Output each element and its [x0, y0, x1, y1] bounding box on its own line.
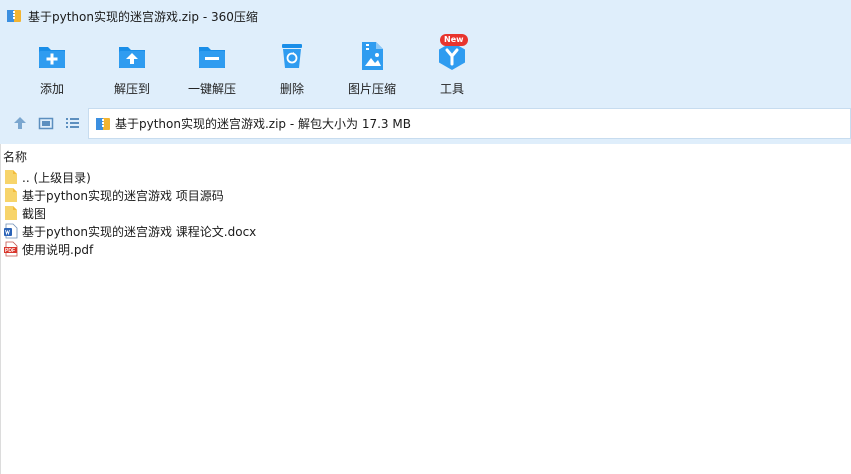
address-field[interactable]: 基于python实现的迷宫游戏.zip - 解包大小为 17.3 MB — [88, 108, 851, 139]
name-column-header[interactable]: 名称 — [1, 146, 851, 166]
add-label: 添加 — [39, 82, 64, 96]
list-item[interactable]: 基于python实现的迷宫游戏 项目源码 — [3, 186, 256, 204]
file-name: 基于python实现的迷宫游戏 课程论文.docx — [22, 224, 257, 239]
image-compress-label: 图片压缩 — [347, 82, 396, 96]
pdf-icon: PDF — [4, 241, 18, 257]
file-name: 截图 — [22, 206, 47, 221]
delete-label: 删除 — [279, 82, 304, 96]
delete-button[interactable]: 删除 — [260, 40, 324, 97]
address-bar: 基于python实现的迷宫游戏.zip - 解包大小为 17.3 MB — [0, 104, 851, 144]
folder-icon — [5, 188, 17, 202]
zip-archive-icon — [7, 10, 21, 22]
toolbar: 添加 解压到 一键解压 删除 图片压缩 New 工具 — [0, 32, 851, 104]
list-item[interactable]: 截图 — [3, 204, 256, 222]
add-button[interactable]: 添加 — [20, 40, 84, 97]
address-text: 基于python实现的迷宫游戏.zip - 解包大小为 17.3 MB — [115, 117, 411, 131]
zip-archive-icon — [96, 117, 110, 130]
list-item[interactable]: .. (上级目录) — [3, 168, 256, 186]
extract-to-button[interactable]: 解压到 — [100, 40, 164, 97]
folder-icon — [5, 170, 17, 184]
image-compress-button[interactable]: 图片压缩 — [340, 40, 404, 97]
up-level-icon[interactable] — [12, 115, 28, 131]
folder-icon — [5, 206, 17, 220]
one-click-extract-icon — [199, 47, 225, 68]
image-compress-icon — [362, 42, 383, 70]
file-name: 基于python实现的迷宫游戏 项目源码 — [22, 188, 224, 203]
list-item[interactable]: PDF 使用说明.pdf — [3, 240, 256, 258]
delete-icon — [282, 44, 302, 68]
extract-to-label: 解压到 — [113, 82, 150, 96]
file-name: .. (上级目录) — [22, 170, 91, 185]
one-click-extract-label: 一键解压 — [187, 82, 236, 96]
thumbnail-view-icon[interactable] — [38, 115, 54, 131]
list-view-icon[interactable] — [64, 115, 80, 131]
file-list: 名称 .. (上级目录) 基于python实现的迷宫游戏 项目源码 截图 基于p… — [0, 144, 851, 474]
extract-to-icon — [119, 47, 145, 68]
list-item[interactable]: 基于python实现的迷宫游戏 课程论文.docx — [3, 222, 256, 240]
file-name: 使用说明.pdf — [22, 242, 94, 257]
add-icon — [39, 47, 65, 68]
one-click-extract-button[interactable]: 一键解压 — [180, 40, 244, 97]
new-badge: New — [440, 34, 468, 46]
tools-label: 工具 — [439, 82, 464, 96]
tools-button[interactable]: New 工具 — [420, 34, 484, 97]
svg-text:PDF: PDF — [5, 248, 15, 254]
file-rows: .. (上级目录) 基于python实现的迷宫游戏 项目源码 截图 基于pyth… — [3, 168, 256, 258]
title-bar: 基于python实现的迷宫游戏.zip - 360压缩 — [0, 0, 851, 32]
window-title: 基于python实现的迷宫游戏.zip - 360压缩 — [28, 9, 258, 24]
word-document-icon — [4, 223, 18, 239]
